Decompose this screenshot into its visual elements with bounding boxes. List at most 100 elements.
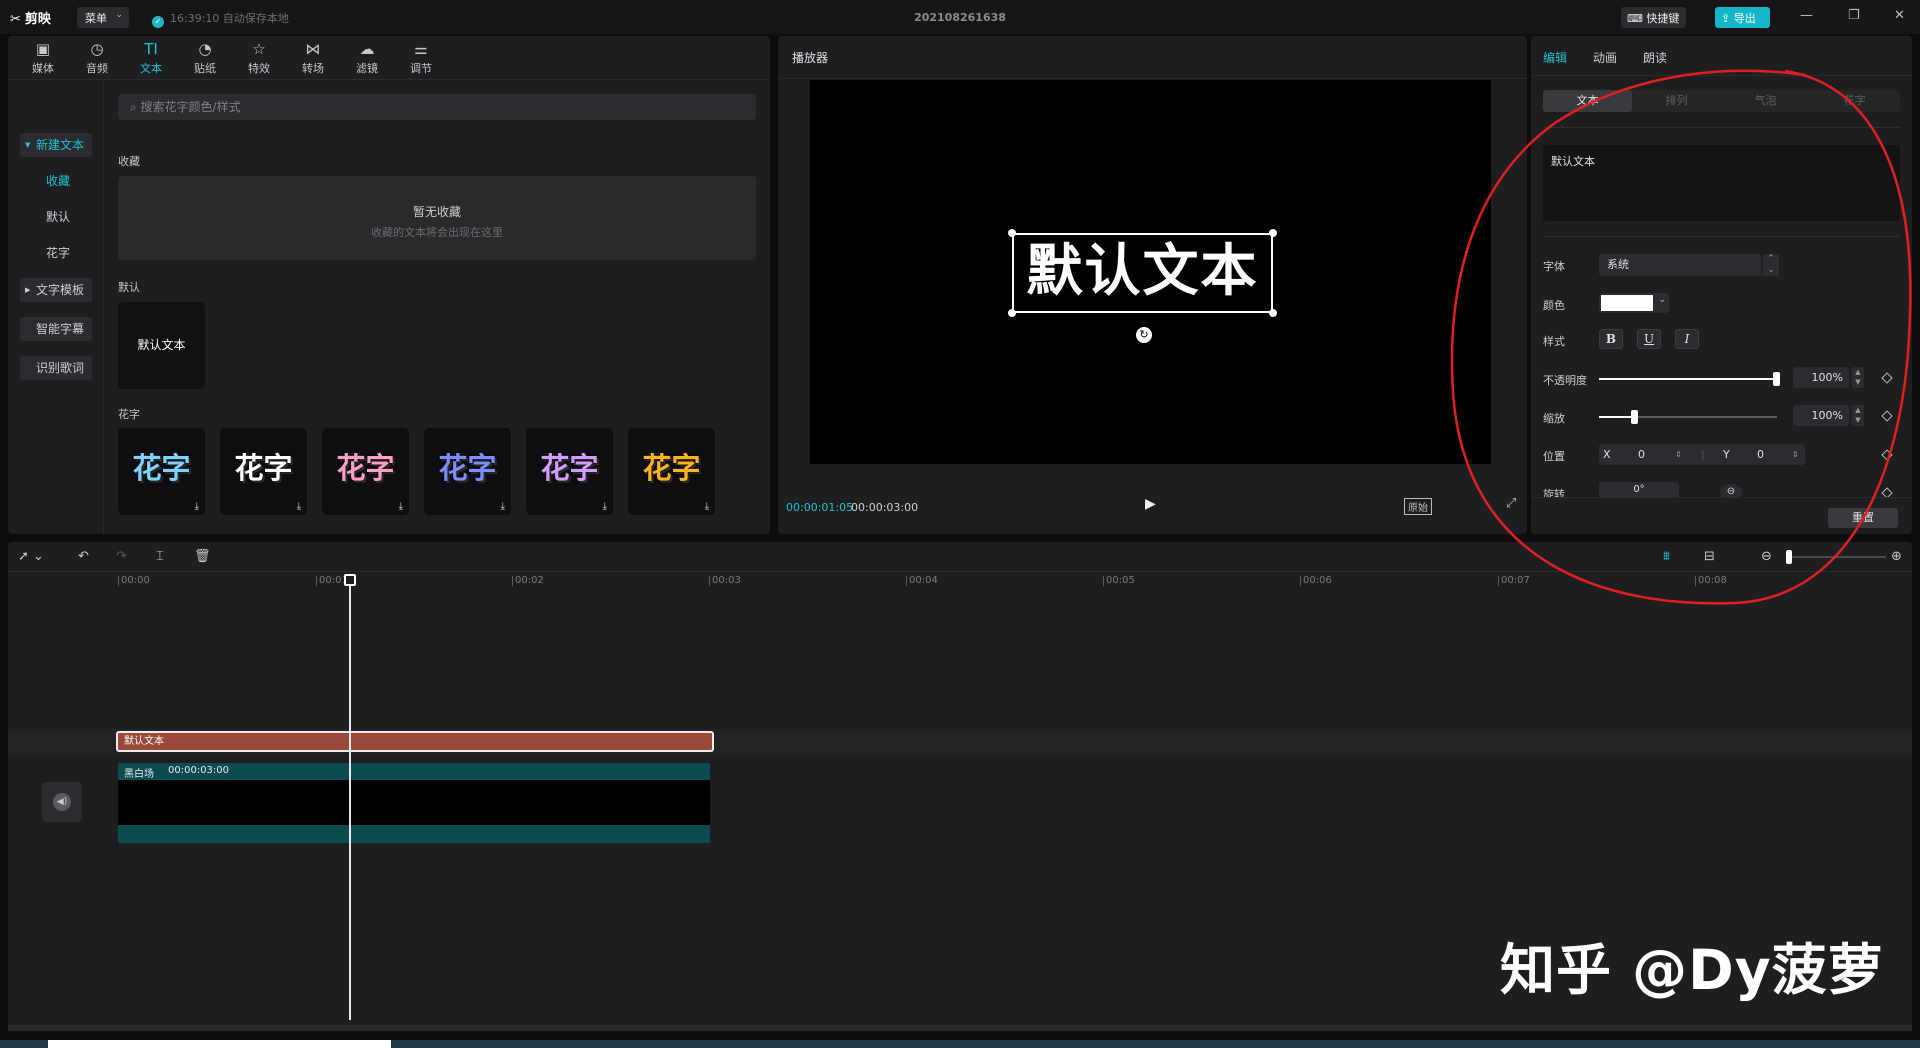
ratio-button[interactable]: 原始 — [1404, 498, 1432, 515]
download-icon[interactable]: ⤓ — [501, 502, 505, 512]
keyframe-icon[interactable] — [1881, 449, 1893, 461]
slider-knob[interactable] — [1773, 372, 1780, 386]
scale-slider[interactable] — [1599, 410, 1777, 424]
resize-handle[interactable] — [1008, 229, 1016, 237]
sidebar-item-smart-caption[interactable]: 智能字幕 — [20, 317, 92, 341]
play-icon[interactable]: ▶ — [1145, 496, 1156, 512]
flower-text-tile[interactable]: 花字 ⤓ — [118, 428, 205, 515]
flower-preview: 花字 — [540, 451, 599, 485]
text-sidebar: ▼ 新建文本 收藏 默认 花字 ▶ 文字模板 智能字幕 识别歌词 — [8, 81, 104, 534]
taskbar-item[interactable] — [48, 1040, 391, 1048]
tab-edit[interactable]: 编辑 — [1543, 49, 1567, 66]
resize-handle[interactable] — [1008, 309, 1016, 317]
resize-handle[interactable] — [1269, 229, 1277, 237]
zoom-out-icon[interactable]: ⊖ — [1761, 549, 1772, 564]
ruler-tick: 00:03 — [709, 576, 741, 586]
sidebar-item-flower-text[interactable]: 花字 — [20, 241, 92, 265]
fullscreen-icon[interactable]: ⤢ — [1506, 496, 1516, 511]
default-text-tile[interactable]: 默认文本 — [118, 302, 205, 389]
select-tool-icon[interactable]: ➚ ⌄ — [18, 549, 44, 564]
maximize-button[interactable]: ❐ — [1848, 8, 1860, 23]
tool-text[interactable]: TI 文本 — [126, 39, 176, 76]
tab-read-aloud[interactable]: 朗读 — [1643, 49, 1667, 66]
scale-value[interactable]: 100% — [1793, 405, 1849, 426]
tool-sticker[interactable]: ◔ 贴纸 — [180, 39, 230, 76]
sidebar-item-text-template[interactable]: ▶ 文字模板 — [20, 278, 92, 302]
subtab-arrange[interactable]: 排列 — [1632, 90, 1721, 112]
text-clip[interactable]: 默认文本 — [116, 731, 714, 752]
download-icon[interactable]: ⤓ — [297, 502, 301, 512]
tab-animation[interactable]: 动画 — [1593, 49, 1617, 66]
split-icon[interactable]: ⌶ — [156, 549, 164, 564]
stepper-icon[interactable]: ⇕ — [1675, 444, 1682, 465]
zoom-in-icon[interactable]: ⊕ — [1891, 549, 1902, 564]
reset-button[interactable]: 重置 — [1828, 508, 1898, 528]
pos-y-input[interactable]: 0 — [1757, 444, 1764, 465]
font-select[interactable]: 系统 ⌃ ⌄ — [1599, 254, 1779, 276]
stepper-icon[interactable]: ⌃ ⌄ — [1763, 254, 1779, 276]
slider-knob[interactable] — [1631, 410, 1638, 424]
snap-icon[interactable]: ⩩ — [1663, 549, 1670, 564]
opacity-value[interactable]: 100% — [1793, 367, 1849, 388]
stepper-icon[interactable]: ▲ ▼ — [1852, 405, 1864, 426]
sidebar-item-favorites[interactable]: 收藏 — [20, 169, 92, 193]
ruler-tick: 00:04 — [906, 576, 938, 586]
underline-button[interactable]: U — [1637, 329, 1661, 349]
export-button[interactable]: ⇪ 导出 — [1715, 7, 1770, 28]
stepper-icon[interactable]: ⇕ — [1792, 444, 1799, 465]
download-icon[interactable]: ⤓ — [399, 502, 403, 512]
sidebar-item-new-text[interactable]: ▼ 新建文本 — [20, 133, 92, 157]
flower-text-tile[interactable]: 花字 ⤓ — [526, 428, 613, 515]
media-toolbar: ▣ 媒体 ◷ 音频 TI 文本 ◔ 贴纸 ☆ 特效 ⋈ 转场 ☁ 滤镜 ⚌ 调节 — [8, 36, 770, 80]
tool-transition[interactable]: ⋈ 转场 — [288, 39, 338, 76]
minimize-button[interactable]: — — [1800, 8, 1813, 23]
sidebar-item-default[interactable]: 默认 — [20, 205, 92, 229]
horizontal-scrollbar[interactable] — [8, 1025, 1912, 1031]
delete-icon[interactable]: 🗑 — [194, 549, 211, 564]
flower-text-tile[interactable]: 花字 ⤓ — [424, 428, 511, 515]
tool-audio[interactable]: ◷ 音频 — [72, 39, 122, 76]
close-button[interactable]: ✕ — [1894, 8, 1905, 23]
video-clip[interactable]: 黑白场 00:00:03:00 — [118, 763, 710, 843]
flower-text-tile[interactable]: 花字 ⤓ — [220, 428, 307, 515]
undo-icon[interactable]: ↶ — [78, 549, 89, 564]
tool-effects[interactable]: ☆ 特效 — [234, 39, 284, 76]
rotation-input[interactable]: 0° — [1599, 482, 1679, 498]
audio-icon: ◷ — [90, 40, 104, 58]
tool-media[interactable]: ▣ 媒体 — [18, 39, 68, 76]
tool-adjust[interactable]: ⚌ 调节 — [396, 39, 446, 76]
video-preview[interactable]: 默认文本 ↻ — [810, 80, 1491, 464]
keyframe-icon[interactable] — [1881, 372, 1893, 384]
track-audio-toggle[interactable]: ◀) — [42, 782, 82, 822]
subtab-flower[interactable]: 花字 — [1810, 90, 1899, 112]
link-icon[interactable]: ⊟ — [1704, 549, 1715, 564]
preview-text-box[interactable]: 默认文本 — [1012, 233, 1273, 313]
playhead-handle[interactable] — [344, 574, 356, 586]
opacity-slider[interactable] — [1599, 372, 1780, 386]
resize-handle[interactable] — [1269, 309, 1277, 317]
subtab-bubble[interactable]: 气泡 — [1721, 90, 1810, 112]
download-icon[interactable]: ⤓ — [603, 502, 607, 512]
bold-button[interactable]: B — [1599, 329, 1623, 349]
download-icon[interactable]: ⤓ — [195, 502, 199, 512]
subtab-text[interactable]: 文本 — [1543, 90, 1632, 112]
time-ruler[interactable]: 00:00 00:01 00:02 00:03 00:04 00:05 00:0… — [8, 574, 1912, 590]
tool-filter[interactable]: ☁ 滤镜 — [342, 39, 392, 76]
text-content-input[interactable]: 默认文本 — [1543, 145, 1900, 221]
pos-x-input[interactable]: 0 — [1638, 444, 1645, 465]
shortcut-button[interactable]: ⌨ 快捷键 — [1621, 7, 1686, 28]
italic-button[interactable]: I — [1675, 329, 1699, 349]
flower-text-tile[interactable]: 花字 ⤓ — [322, 428, 409, 515]
keyframe-icon[interactable] — [1881, 410, 1893, 422]
stepper-icon[interactable]: ▲ ▼ — [1852, 367, 1864, 388]
rotate-icon[interactable]: ↻ — [1136, 327, 1152, 343]
redo-icon[interactable]: ↷ — [116, 549, 127, 564]
flower-text-tile[interactable]: 花字 ⤓ — [628, 428, 715, 515]
download-icon[interactable]: ⤓ — [705, 502, 709, 512]
search-input[interactable]: ⌕ 搜索花字颜色/样式 — [118, 94, 756, 120]
color-picker[interactable]: ⌄ — [1599, 293, 1669, 313]
zoom-knob[interactable] — [1786, 550, 1792, 564]
sidebar-item-lyrics[interactable]: 识别歌词 — [20, 356, 92, 380]
playhead[interactable] — [344, 574, 356, 1020]
zoom-slider[interactable] — [1786, 556, 1886, 558]
